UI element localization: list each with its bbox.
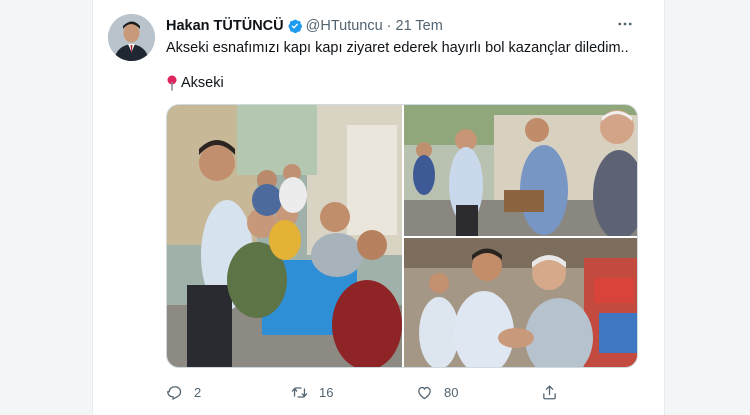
like-icon <box>418 386 431 399</box>
reply-icon <box>167 385 182 400</box>
verified-icon <box>288 19 302 34</box>
photo-1[interactable] <box>167 105 402 367</box>
share-button[interactable] <box>541 382 569 402</box>
pin-icon <box>167 75 177 91</box>
location-label: Akseki <box>181 75 224 91</box>
author-name[interactable]: Hakan TÜTÜNCÜ <box>166 18 284 34</box>
separator-dot: · <box>386 18 392 34</box>
more-icon[interactable] <box>614 13 636 35</box>
like-button[interactable]: 80 <box>416 382 541 402</box>
action-bar: 2 16 80 <box>166 382 638 402</box>
tweet-date[interactable]: 21 Tem <box>396 18 443 34</box>
tweet-header: Hakan TÜTÜNCÜ @HTutuncu · 21 Tem <box>166 17 443 35</box>
tweet-card[interactable]: Hakan TÜTÜNCÜ @HTutuncu · 21 Tem Akseki … <box>92 0 665 415</box>
reply-count: 2 <box>194 384 202 400</box>
reply-button[interactable]: 2 <box>166 382 291 402</box>
tweet-text: Akseki esnafımızı kapı kapı ziyaret eder… <box>166 40 629 56</box>
share-icon <box>543 384 556 399</box>
retweet-icon <box>291 386 308 398</box>
tweet-location[interactable]: Akseki <box>166 75 224 91</box>
retweet-button[interactable]: 16 <box>291 382 416 402</box>
retweet-count: 16 <box>319 384 334 400</box>
photo-2[interactable] <box>404 105 637 236</box>
photo-3[interactable] <box>404 238 637 367</box>
author-handle[interactable]: @HTutuncu <box>306 18 383 34</box>
like-count: 80 <box>444 384 459 400</box>
media-grid <box>166 104 638 368</box>
avatar[interactable] <box>108 14 155 61</box>
